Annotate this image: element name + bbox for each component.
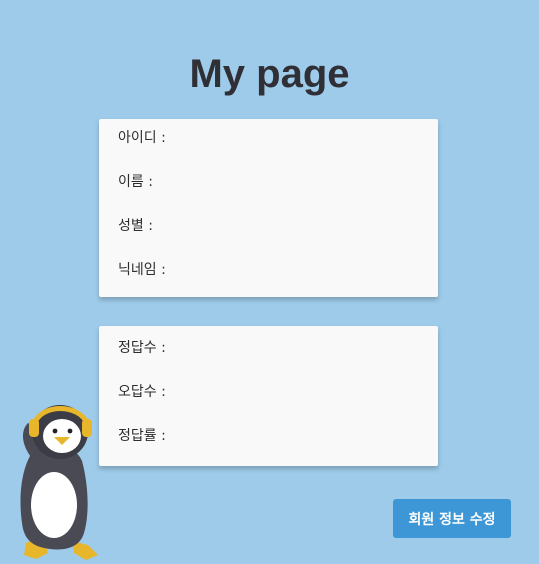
nickname-label: 닉네임 : <box>118 262 166 278</box>
profile-info-card: 아이디 : 이름 : 성별 : 닉네임 : <box>99 119 438 297</box>
name-label: 이름 : <box>118 174 153 190</box>
page-title: My page <box>189 52 350 96</box>
penguin-mascot-image <box>20 405 98 560</box>
correct-count-label: 정답수 : <box>118 340 166 356</box>
wrong-count-label: 오답수 : <box>118 384 166 400</box>
edit-profile-button[interactable]: 회원 정보 수정 <box>393 499 511 538</box>
user-id-label: 아이디 : <box>118 130 166 146</box>
quiz-stats-card: 정답수 : 오답수 : 정답률 : <box>99 326 438 466</box>
gender-label: 성별 : <box>118 218 153 234</box>
accuracy-rate-label: 정답률 : <box>118 428 166 444</box>
